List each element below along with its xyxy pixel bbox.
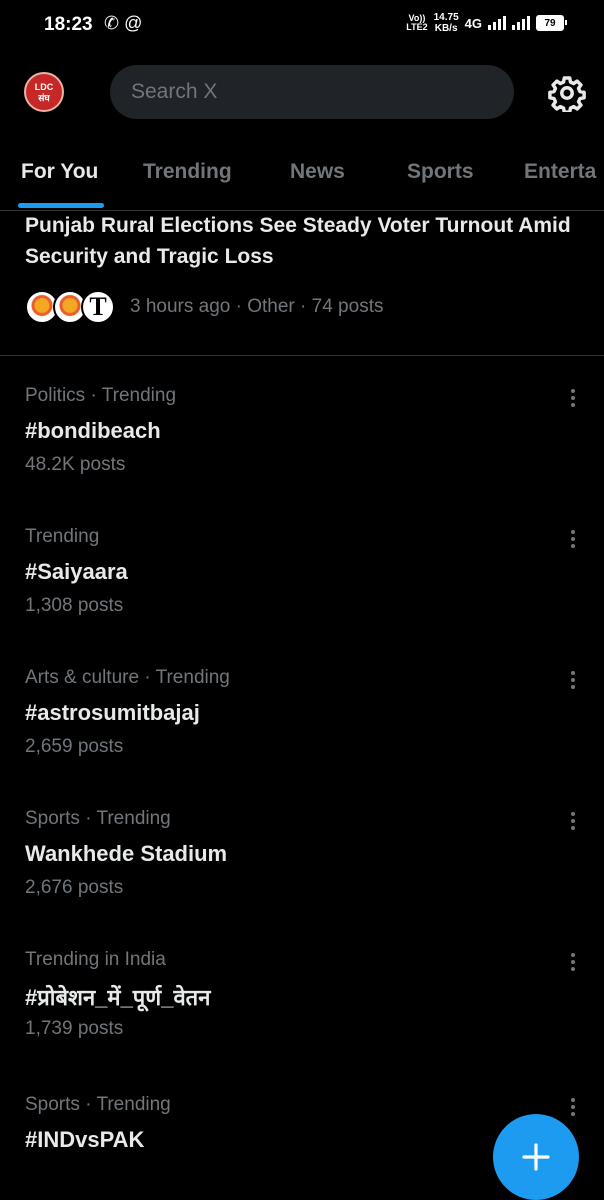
more-options-icon[interactable] xyxy=(566,1096,580,1120)
battery-icon: 79 xyxy=(536,15,567,31)
search-input[interactable] xyxy=(129,79,514,105)
trend-name[interactable]: #astrosumitbajaj xyxy=(25,700,200,726)
trend-item[interactable]: Trending #Saiyaara 1,308 posts xyxy=(0,526,604,667)
gear-icon[interactable] xyxy=(548,74,586,112)
trend-count: 1,308 posts xyxy=(25,595,124,616)
more-options-icon[interactable] xyxy=(566,810,580,834)
compose-button[interactable] xyxy=(493,1114,579,1200)
signal-icon xyxy=(488,16,506,30)
trend-context: Trending xyxy=(25,526,100,547)
active-tab-indicator xyxy=(18,203,104,208)
trend-context: Trending in India xyxy=(25,949,166,970)
trend-name[interactable]: #INDvsPAK xyxy=(25,1127,144,1153)
status-time: 18:23 xyxy=(44,14,93,35)
trend-context: Sports · Trending xyxy=(25,1094,171,1115)
tab-trending[interactable]: Trending xyxy=(143,160,232,184)
status-indicators: Vo)) LTE2 14.75 KB/s 4G 79 xyxy=(406,12,567,34)
more-options-icon[interactable] xyxy=(566,528,580,552)
trend-item[interactable]: Sports · Trending Wankhede Stadium 2,676… xyxy=(0,808,604,949)
tab-bar: For You Trending News Sports Enterta xyxy=(0,140,604,211)
tab-news[interactable]: News xyxy=(290,160,345,184)
trend-name[interactable]: #प्रोबेशन_में_पूर्ण_वेतन xyxy=(25,982,210,1012)
source-avatars: T xyxy=(25,290,115,324)
signal-icon-2 xyxy=(512,16,530,30)
trend-name[interactable]: #Saiyaara xyxy=(25,559,128,585)
tab-entertainment[interactable]: Enterta xyxy=(524,160,596,184)
news-meta: 3 hours ago · Other · 74 posts xyxy=(130,296,384,317)
trend-item[interactable]: Arts & culture · Trending #astrosumitbaj… xyxy=(0,667,604,808)
trend-item[interactable]: Politics · Trending #bondibeach 48.2K po… xyxy=(0,385,604,526)
news-headline[interactable]: Punjab Rural Elections See Steady Voter … xyxy=(25,210,585,272)
volte-indicator: Vo)) LTE2 xyxy=(406,13,428,32)
network-type: 4G xyxy=(464,15,482,31)
tab-sports[interactable]: Sports xyxy=(407,160,474,184)
source-avatar: T xyxy=(81,290,115,324)
network-speed: 14.75 KB/s xyxy=(433,12,459,34)
plus-icon xyxy=(522,1143,550,1171)
trend-count: 2,659 posts xyxy=(25,736,124,757)
call-icon: ✆ @ xyxy=(104,13,143,33)
trend-name[interactable]: #bondibeach xyxy=(25,418,161,444)
trend-context: Politics · Trending xyxy=(25,385,177,406)
search-bar[interactable] xyxy=(110,65,514,119)
trend-item[interactable]: Trending in India #प्रोबेशन_में_पूर्ण_वे… xyxy=(0,949,604,1090)
trend-count: 2,676 posts xyxy=(25,877,124,898)
more-options-icon[interactable] xyxy=(566,669,580,693)
trend-name[interactable]: Wankhede Stadium xyxy=(25,841,227,867)
more-options-icon[interactable] xyxy=(566,951,580,975)
trend-count: 48.2K posts xyxy=(25,454,126,475)
news-story[interactable]: Punjab Rural Elections See Steady Voter … xyxy=(0,210,604,356)
trend-count: 1,739 posts xyxy=(25,1018,124,1039)
avatar[interactable]: LDC संघ xyxy=(24,72,64,112)
trend-context: Sports · Trending xyxy=(25,808,171,829)
more-options-icon[interactable] xyxy=(566,387,580,411)
trend-context: Arts & culture · Trending xyxy=(25,667,230,688)
tab-for-you[interactable]: For You xyxy=(21,160,98,184)
status-bar: 18:23 ✆ @ Vo)) LTE2 14.75 KB/s 4G 79 xyxy=(0,0,604,50)
